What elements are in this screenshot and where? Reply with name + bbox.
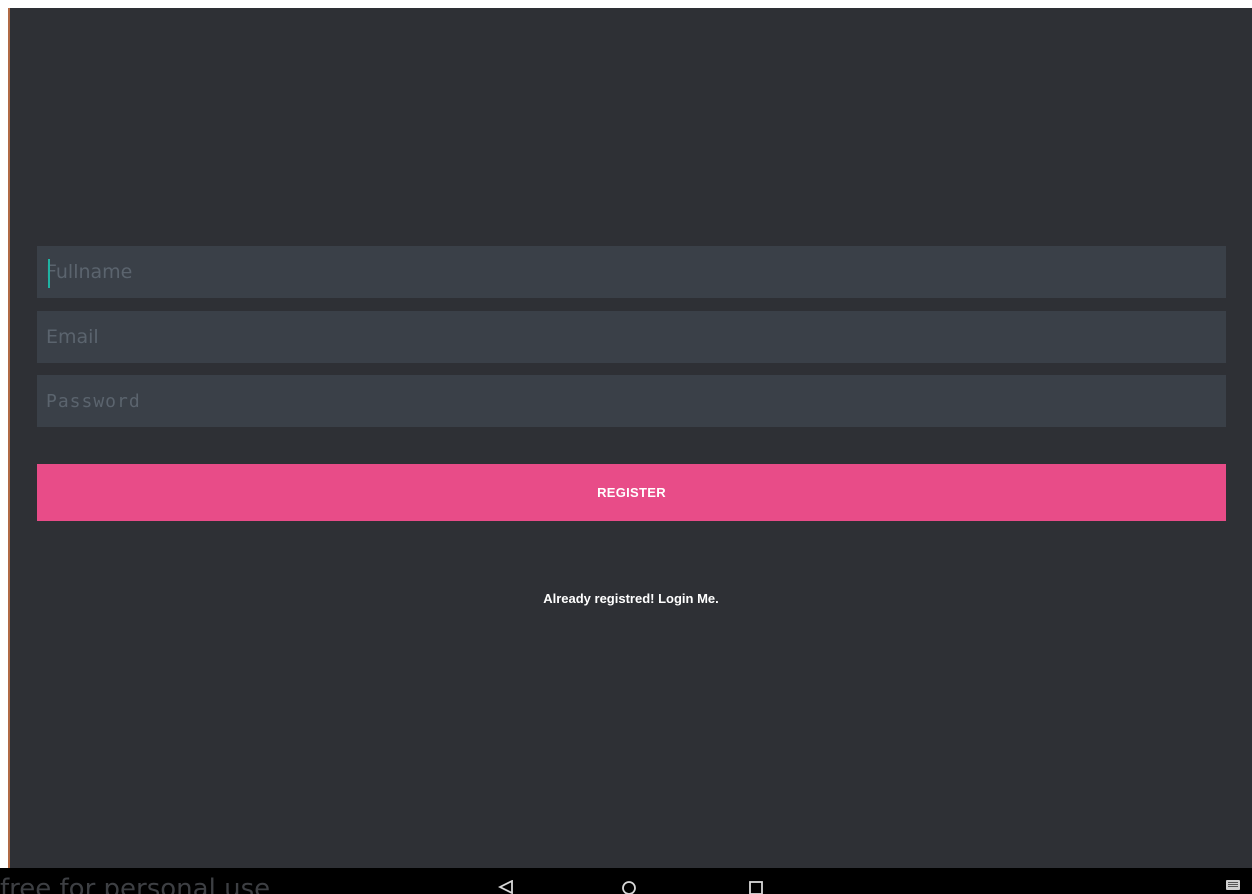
recents-icon[interactable] [748,880,764,894]
device-frame: REGISTER Already registred! Login Me. fr… [0,0,1252,894]
email-field[interactable] [37,311,1226,363]
keyboard-icon[interactable] [1226,880,1240,890]
login-link[interactable]: Already registred! Login Me. [10,591,1252,606]
register-screen: REGISTER Already registred! Login Me. [8,8,1252,894]
fullname-field[interactable] [37,246,1226,298]
system-navigation-bar: free for personal use [0,868,1252,894]
watermark-text: free for personal use [0,874,271,894]
back-icon[interactable] [498,880,514,894]
text-cursor [48,259,50,288]
register-button[interactable]: REGISTER [37,464,1226,521]
password-field[interactable] [37,375,1226,427]
home-icon[interactable] [621,880,637,894]
